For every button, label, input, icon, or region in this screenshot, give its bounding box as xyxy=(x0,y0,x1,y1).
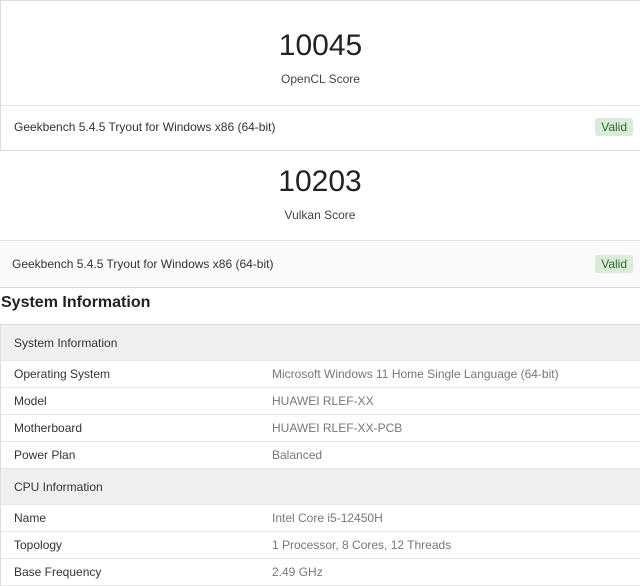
row-value: Intel Core i5-12450H xyxy=(272,511,383,525)
table-row: Model HUAWEI RLEF-XX xyxy=(1,388,640,415)
score-footer: Geekbench 5.4.5 Tryout for Windows x86 (… xyxy=(0,241,640,287)
row-key: Motherboard xyxy=(14,421,83,435)
score-header: 10203 Vulkan Score xyxy=(0,151,640,241)
benchmark-version: Geekbench 5.4.5 Tryout for Windows x86 (… xyxy=(14,120,276,134)
table-row: Operating System Microsoft Windows 11 Ho… xyxy=(1,361,640,388)
score-header: 10045 OpenCL Score xyxy=(1,1,640,106)
row-value: HUAWEI RLEF-XX xyxy=(272,394,374,408)
system-info-table: System Information Operating System Micr… xyxy=(0,324,640,586)
row-key: Model xyxy=(14,394,47,408)
group-header-cpu: CPU Information xyxy=(1,469,640,505)
row-key: Topology xyxy=(14,538,63,552)
score-footer: Geekbench 5.4.5 Tryout for Windows x86 (… xyxy=(1,104,640,150)
table-row: Power Plan Balanced xyxy=(1,442,640,469)
table-row: Motherboard HUAWEI RLEF-XX-PCB xyxy=(1,415,640,442)
vulkan-score-card: 10203 Vulkan Score Geekbench 5.4.5 Tryou… xyxy=(0,151,640,288)
vulkan-score-label: Vulkan Score xyxy=(284,208,356,222)
group-header-system: System Information xyxy=(1,325,640,361)
opencl-score-label: OpenCL Score xyxy=(281,72,360,86)
section-title: System Information xyxy=(1,294,151,311)
row-value: HUAWEI RLEF-XX-PCB xyxy=(272,421,403,435)
opencl-score-value: 10045 xyxy=(278,29,363,62)
row-value: Balanced xyxy=(272,448,323,462)
row-key: Name xyxy=(14,511,47,525)
row-key: Operating System xyxy=(14,367,111,381)
table-row: Name Intel Core i5-12450H xyxy=(1,505,640,532)
row-key: Power Plan xyxy=(14,448,76,462)
table-row: Topology 1 Processor, 8 Cores, 12 Thread… xyxy=(1,532,640,559)
row-value: 1 Processor, 8 Cores, 12 Threads xyxy=(272,538,452,552)
valid-badge: Valid xyxy=(595,118,633,136)
row-value: Microsoft Windows 11 Home Single Languag… xyxy=(272,367,559,381)
opencl-score-card: 10045 OpenCL Score Geekbench 5.4.5 Tryou… xyxy=(0,0,640,151)
vulkan-score-value: 10203 xyxy=(278,165,362,198)
valid-badge: Valid xyxy=(595,255,633,273)
table-row: Base Frequency 2.49 GHz xyxy=(1,559,640,586)
benchmark-version: Geekbench 5.4.5 Tryout for Windows x86 (… xyxy=(12,257,274,271)
